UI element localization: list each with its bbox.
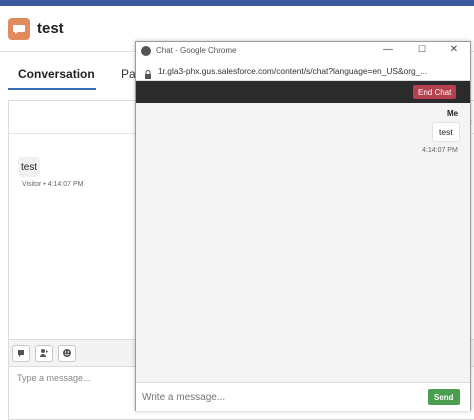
visitor-message-bubble: test <box>18 157 41 177</box>
chat-transcript: Me test 4:14:07 PM <box>136 103 470 382</box>
tab-conversation[interactable]: Conversation <box>18 67 95 81</box>
end-chat-button[interactable]: End Chat <box>413 85 457 99</box>
sender-label: Me <box>447 109 459 118</box>
maximize-icon[interactable]: ☐ <box>415 44 429 55</box>
active-tab-underline <box>8 88 96 90</box>
chat-bubble-icon <box>8 18 30 40</box>
agent-message-bubble: test <box>432 122 460 142</box>
transfer-button[interactable] <box>35 345 53 362</box>
url-text: 1r.gla3-phx.gus.salesforce.com/content/s… <box>158 66 428 76</box>
send-button[interactable]: Send <box>428 389 460 405</box>
chat-popup-window: Chat - Google Chrome — ☐ ✕ 1r.gla3-phx.g… <box>135 41 471 411</box>
window-titlebar: Chat - Google Chrome — ☐ ✕ <box>136 42 470 60</box>
emoji-icon <box>62 345 72 363</box>
quick-text-icon <box>16 345 26 363</box>
visitor-message-meta: Visitor • 4:14:07 PM <box>22 181 84 188</box>
minimize-icon[interactable]: — <box>381 44 395 55</box>
window-title: Chat - Google Chrome <box>156 46 237 55</box>
chat-input-bar: Send <box>136 382 470 411</box>
chrome-logo-icon <box>141 46 151 56</box>
quick-text-button[interactable] <box>12 345 30 362</box>
chat-header: End Chat <box>136 81 470 103</box>
transfer-icon <box>39 345 49 363</box>
emoji-button[interactable] <box>58 345 76 362</box>
chat-message-input[interactable] <box>142 388 412 406</box>
lock-icon <box>144 66 152 79</box>
close-icon[interactable]: ✕ <box>447 44 461 55</box>
agent-message-time: 4:14:07 PM <box>422 147 458 154</box>
address-bar[interactable]: 1r.gla3-phx.gus.salesforce.com/content/s… <box>136 61 470 81</box>
record-title: test <box>37 20 64 37</box>
console-message-input[interactable]: Type a message... <box>17 373 91 383</box>
